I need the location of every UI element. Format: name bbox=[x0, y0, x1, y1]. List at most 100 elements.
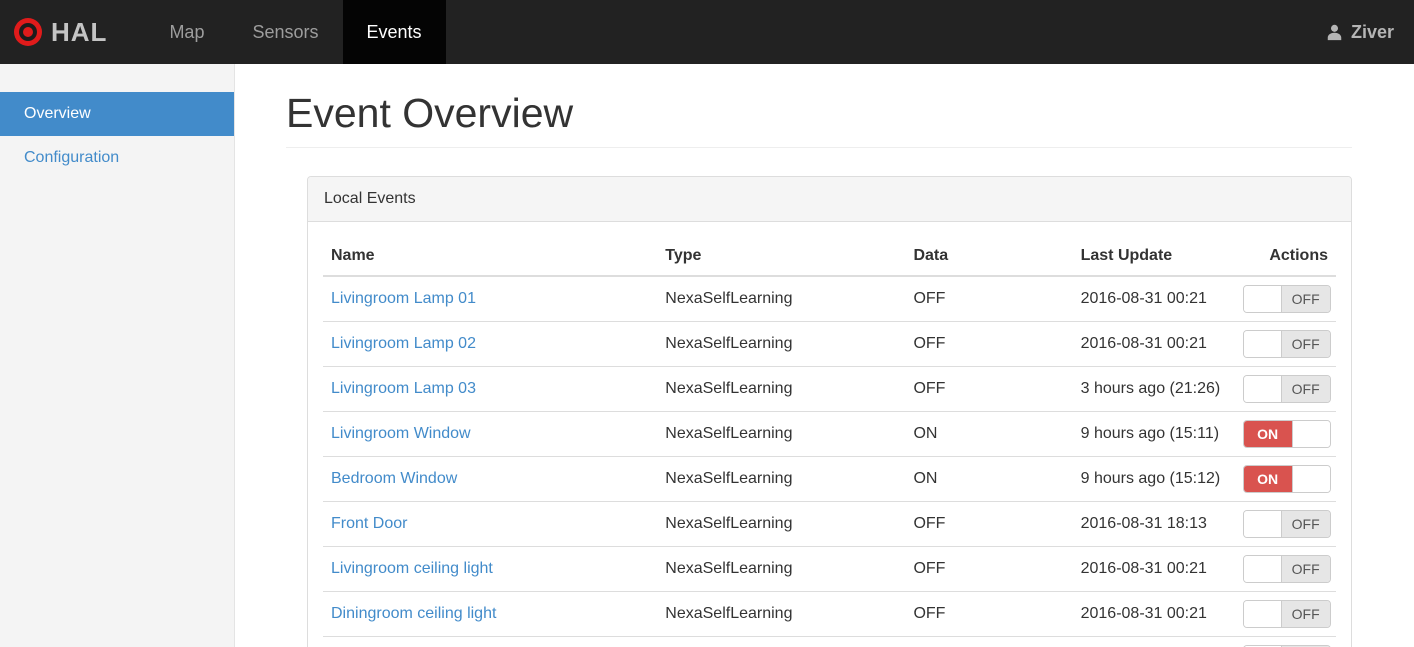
event-data: ON bbox=[905, 411, 1073, 457]
events-table: Name Type Data Last Update Actions Livin… bbox=[323, 237, 1336, 647]
event-type: NexaSelfLearning bbox=[657, 321, 906, 367]
event-data: OFF bbox=[905, 366, 1073, 412]
event-toggle-switch[interactable]: OFF bbox=[1242, 285, 1331, 313]
name-cell: Kitchen ceiling light bbox=[323, 636, 658, 647]
name-cell: Livingroom Lamp 02 bbox=[323, 321, 658, 367]
name-cell: Livingroom Lamp 01 bbox=[323, 276, 658, 322]
event-type: NexaSelfLearning bbox=[657, 591, 906, 637]
table-row: Front Door NexaSelfLearning OFF 2016-08-… bbox=[323, 501, 1336, 547]
switch-state-label: ON bbox=[1243, 466, 1292, 492]
event-type: NexaSelfLearning bbox=[657, 276, 906, 322]
event-name-link[interactable]: Bedroom Window bbox=[331, 470, 457, 487]
actions-cell: OFF bbox=[1234, 501, 1336, 547]
switch-handle bbox=[1243, 331, 1282, 357]
table-row: Livingroom Window NexaSelfLearning ON 9 … bbox=[323, 411, 1336, 457]
brand-label: HAL bbox=[51, 16, 108, 47]
switch-handle bbox=[1243, 376, 1282, 402]
name-cell: Diningroom ceiling light bbox=[323, 591, 658, 637]
event-name-link[interactable]: Livingroom ceiling light bbox=[331, 560, 493, 577]
name-cell: Livingroom Lamp 03 bbox=[323, 366, 658, 412]
sidebar: Overview Configuration bbox=[0, 64, 235, 647]
switch-state-label: OFF bbox=[1281, 286, 1330, 312]
event-last-update: 2016-08-31 00:21 bbox=[1072, 591, 1235, 637]
switch-state-label: OFF bbox=[1281, 331, 1330, 357]
page-title: Event Overview bbox=[286, 90, 1352, 148]
actions-cell: OFF bbox=[1234, 591, 1336, 637]
switch-state-label: ON bbox=[1243, 421, 1292, 447]
table-row: Livingroom Lamp 02 NexaSelfLearning OFF … bbox=[323, 321, 1336, 367]
target-icon bbox=[14, 18, 42, 46]
event-toggle-switch[interactable]: OFF bbox=[1242, 375, 1331, 403]
event-type: NexaSelfLearning bbox=[657, 366, 906, 412]
event-name-link[interactable]: Livingroom Window bbox=[331, 425, 471, 442]
event-data: OFF bbox=[905, 591, 1073, 637]
switch-handle bbox=[1291, 421, 1330, 447]
switch-state-label: OFF bbox=[1281, 601, 1330, 627]
table-row: Bedroom Window NexaSelfLearning ON 9 hou… bbox=[323, 456, 1336, 502]
table-row: Kitchen ceiling light NexaSelfLearning O… bbox=[323, 636, 1336, 647]
nav-item-map[interactable]: Map bbox=[145, 0, 228, 64]
brand[interactable]: HAL bbox=[0, 0, 123, 64]
name-cell: Front Door bbox=[323, 501, 658, 547]
nav-item-events[interactable]: Events bbox=[342, 0, 446, 64]
switch-handle bbox=[1243, 511, 1282, 537]
user-icon bbox=[1327, 24, 1342, 40]
switch-handle bbox=[1243, 286, 1282, 312]
user-name: Ziver bbox=[1350, 21, 1394, 42]
event-type: NexaSelfLearning bbox=[657, 411, 906, 457]
event-last-update: 9 hours ago (15:12) bbox=[1072, 456, 1235, 502]
event-toggle-switch[interactable]: OFF bbox=[1242, 555, 1331, 583]
event-type: NexaSelfLearning bbox=[657, 636, 906, 647]
event-last-update: 2016-08-31 00:21 bbox=[1072, 276, 1235, 322]
user-menu[interactable]: Ziver bbox=[1325, 0, 1414, 64]
switch-handle bbox=[1243, 556, 1282, 582]
event-name-link[interactable]: Livingroom Lamp 03 bbox=[331, 380, 476, 397]
table-row: Diningroom ceiling light NexaSelfLearnin… bbox=[323, 591, 1336, 637]
actions-cell: ON bbox=[1234, 456, 1336, 502]
event-data: OFF bbox=[905, 321, 1073, 367]
column-header-name: Name bbox=[323, 237, 658, 277]
main-nav: Map Sensors Events bbox=[145, 0, 446, 64]
event-name-link[interactable]: Livingroom Lamp 01 bbox=[331, 290, 476, 307]
table-row: Livingroom Lamp 03 NexaSelfLearning OFF … bbox=[323, 366, 1336, 412]
switch-handle bbox=[1243, 601, 1282, 627]
column-header-data: Data bbox=[905, 237, 1073, 277]
switch-state-label: OFF bbox=[1281, 376, 1330, 402]
event-last-update: 3 hours ago (21:26) bbox=[1072, 366, 1235, 412]
top-navbar: HAL Map Sensors Events Ziver bbox=[0, 0, 1414, 64]
column-header-last-update: Last Update bbox=[1072, 237, 1235, 277]
event-toggle-switch[interactable]: OFF bbox=[1242, 600, 1331, 628]
switch-state-label: OFF bbox=[1281, 556, 1330, 582]
panel-title: Local Events bbox=[308, 177, 1351, 222]
panel-body: Name Type Data Last Update Actions Livin… bbox=[308, 222, 1351, 647]
events-table-body: Livingroom Lamp 01 NexaSelfLearning OFF … bbox=[323, 276, 1336, 647]
column-header-actions: Actions bbox=[1234, 237, 1336, 277]
actions-cell: OFF bbox=[1234, 546, 1336, 592]
actions-cell: OFF bbox=[1234, 636, 1336, 647]
name-cell: Bedroom Window bbox=[323, 456, 658, 502]
event-toggle-switch[interactable]: ON bbox=[1242, 465, 1331, 493]
sidebar-item-overview[interactable]: Overview bbox=[0, 92, 234, 136]
event-toggle-switch[interactable]: ON bbox=[1242, 420, 1331, 448]
name-cell: Livingroom Window bbox=[323, 411, 658, 457]
event-data: OFF bbox=[905, 636, 1073, 647]
event-name-link[interactable]: Livingroom Lamp 02 bbox=[331, 335, 476, 352]
event-toggle-switch[interactable]: OFF bbox=[1242, 510, 1331, 538]
event-last-update: 2016-08-31 18:13 bbox=[1072, 501, 1235, 547]
actions-cell: OFF bbox=[1234, 276, 1336, 322]
column-header-type: Type bbox=[657, 237, 906, 277]
event-toggle-switch[interactable]: OFF bbox=[1242, 330, 1331, 358]
event-last-update: 9 hours ago (15:11) bbox=[1072, 411, 1235, 457]
event-last-update: 2016-08-31 00:21 bbox=[1072, 546, 1235, 592]
event-data: ON bbox=[905, 456, 1073, 502]
event-type: NexaSelfLearning bbox=[657, 546, 906, 592]
nav-item-sensors[interactable]: Sensors bbox=[228, 0, 342, 64]
event-type: NexaSelfLearning bbox=[657, 456, 906, 502]
switch-handle bbox=[1291, 466, 1330, 492]
sidebar-item-configuration[interactable]: Configuration bbox=[0, 136, 234, 180]
event-name-link[interactable]: Diningroom ceiling light bbox=[331, 605, 496, 622]
table-row: Livingroom ceiling light NexaSelfLearnin… bbox=[323, 546, 1336, 592]
event-type: NexaSelfLearning bbox=[657, 501, 906, 547]
event-name-link[interactable]: Front Door bbox=[331, 515, 407, 532]
actions-cell: OFF bbox=[1234, 366, 1336, 412]
